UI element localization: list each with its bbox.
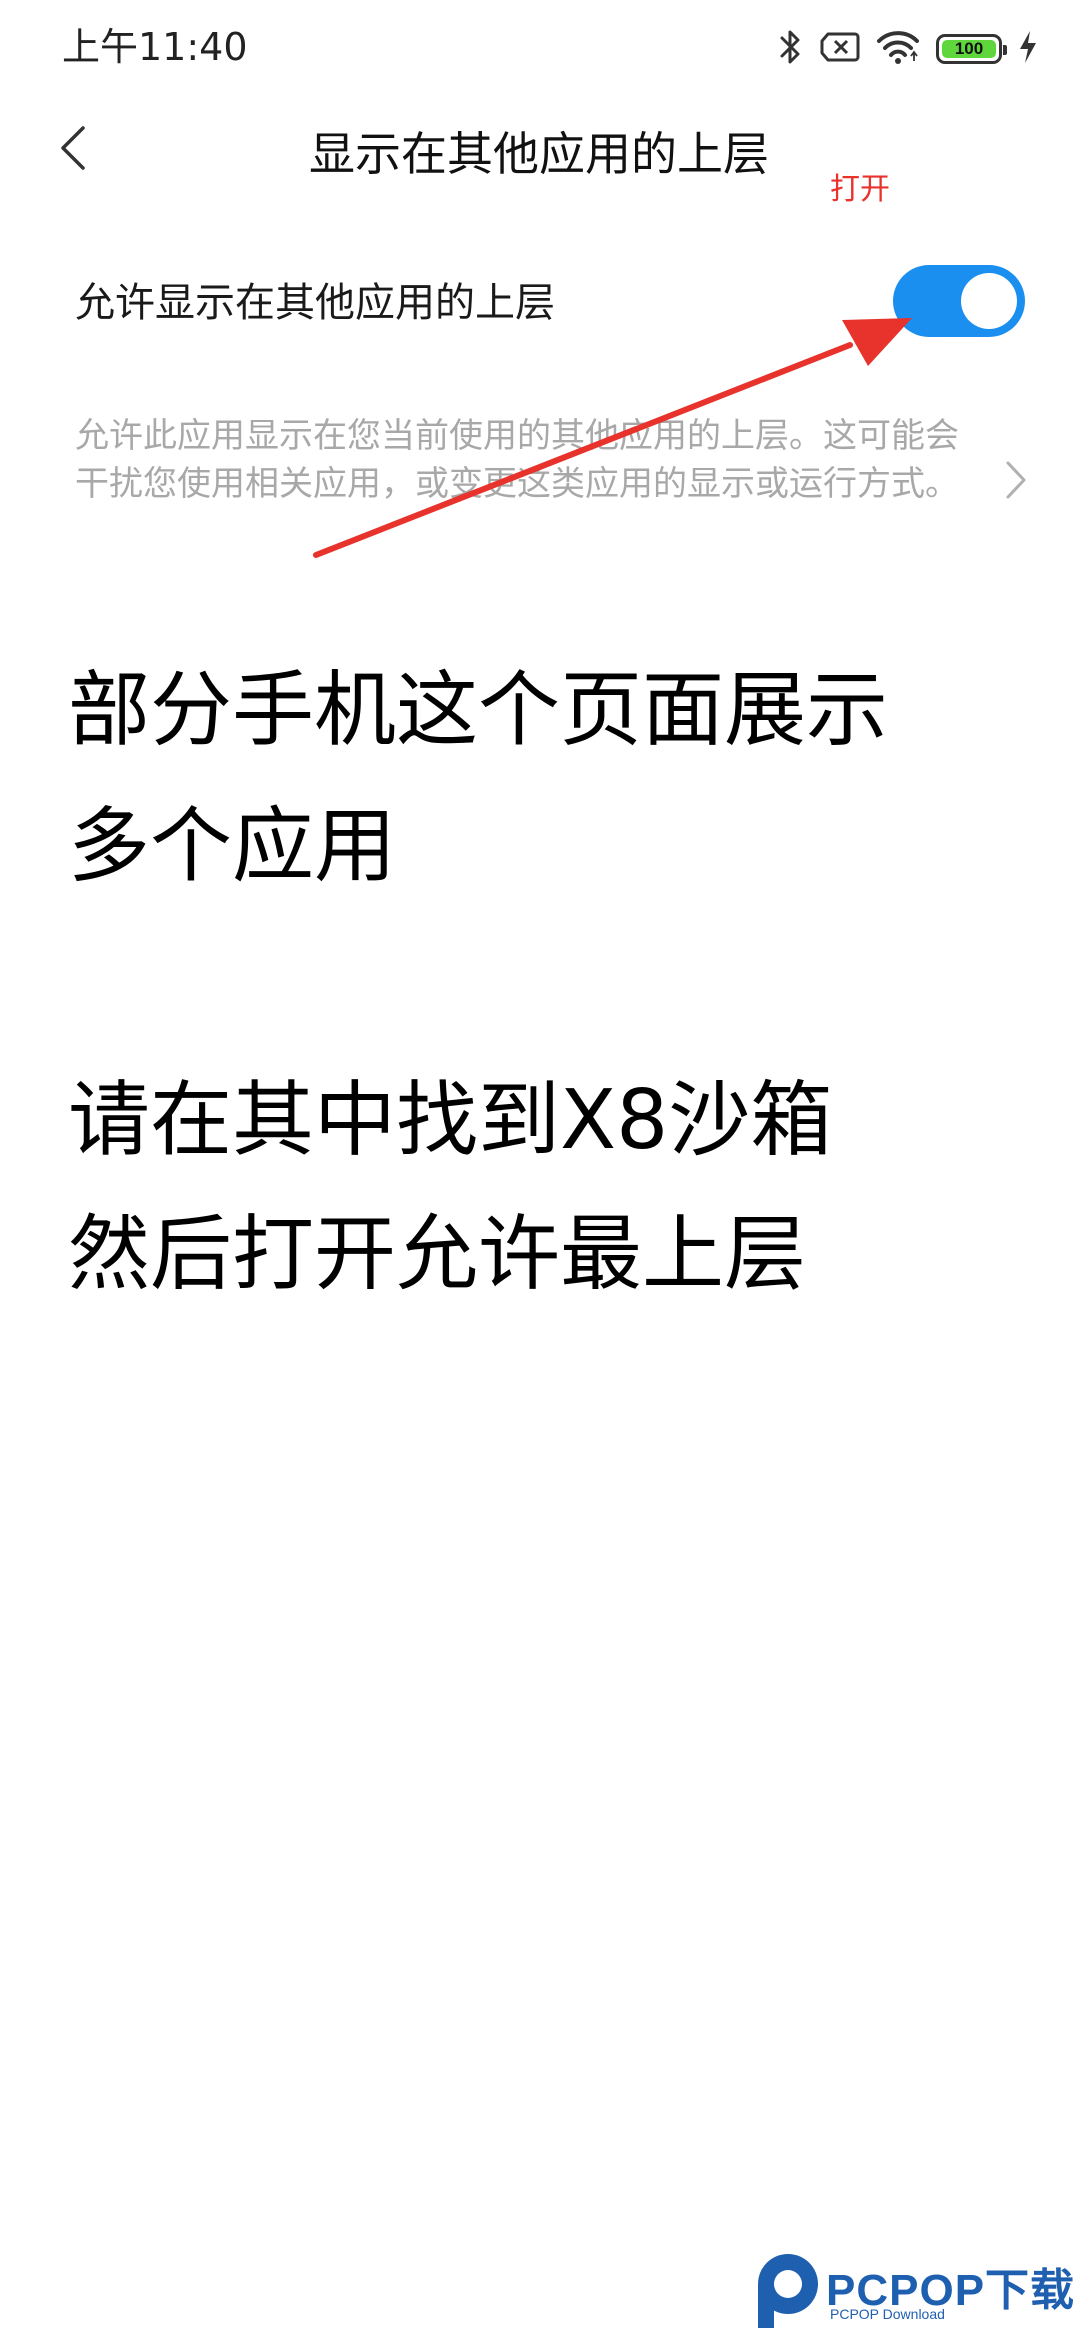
instruction-line-2: 多个应用 — [68, 799, 397, 894]
instruction-line-1: 部分手机这个页面展示 — [68, 663, 889, 758]
wifi-icon — [876, 29, 920, 69]
setting-label: 允许显示在其他应用的上层 — [75, 280, 555, 326]
bluetooth-icon — [778, 28, 804, 70]
page-title: 显示在其他应用的上层 — [309, 127, 769, 181]
sim-off-icon — [820, 31, 860, 67]
annotation-label: 打开 — [830, 172, 890, 207]
overlay-permission-toggle[interactable] — [893, 265, 1025, 337]
charging-icon — [1018, 30, 1038, 68]
description-text: 允许此应用显示在您当前使用的其他应用的上层。这可能会干扰您使用相关应用，或变更这… — [75, 416, 959, 504]
status-icons: 100 — [778, 26, 1038, 72]
description-row[interactable]: 允许此应用显示在您当前使用的其他应用的上层。这可能会干扰您使用相关应用，或变更这… — [75, 412, 1035, 562]
watermark-sub: PCPOP Download — [830, 2306, 945, 2322]
toggle-knob — [961, 273, 1017, 329]
pcpop-logo-icon — [750, 2248, 822, 2336]
watermark-logo: PCPOP下载 PCPOP Download — [750, 2240, 1078, 2340]
battery-icon: 100 — [936, 34, 1007, 64]
instruction-line-4: 然后打开允许最上层 — [68, 1207, 807, 1302]
battery-tip — [1003, 45, 1007, 55]
instruction-line-3: 请在其中找到X8沙箱 — [68, 1073, 833, 1168]
chevron-right-icon — [1005, 460, 1035, 510]
status-time: 上午11:40 — [62, 25, 248, 69]
battery-level-text: 100 — [954, 39, 984, 58]
